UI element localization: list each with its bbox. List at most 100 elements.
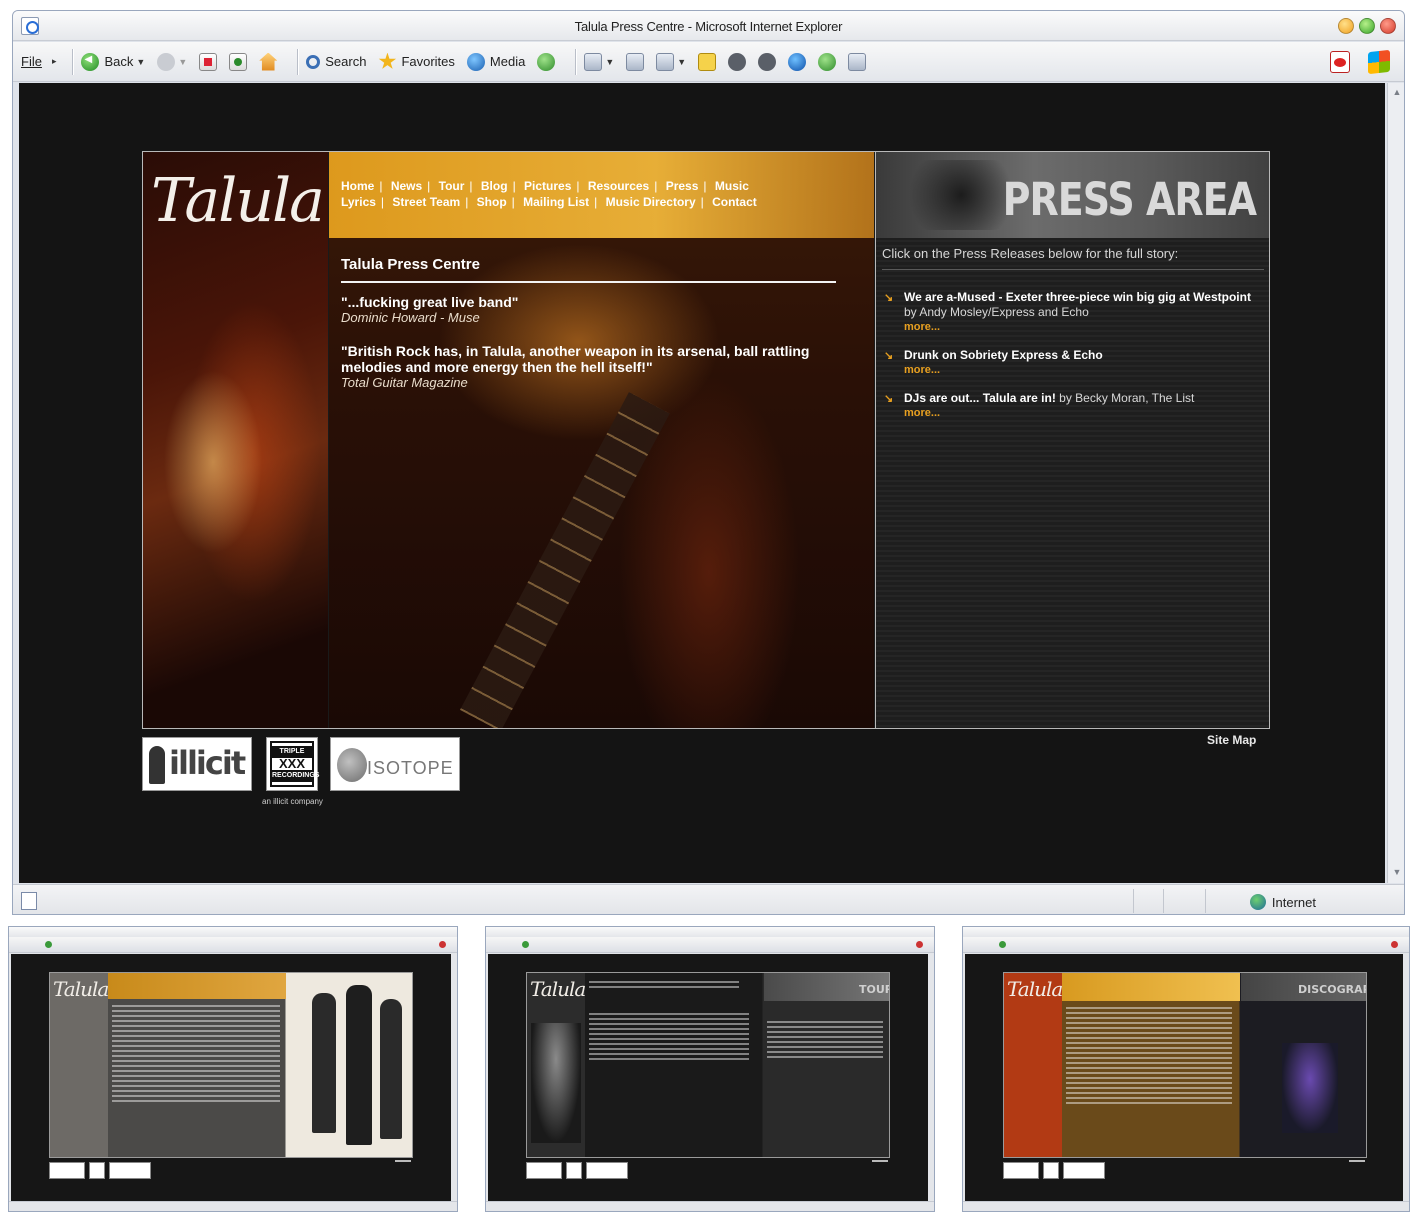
home-button[interactable] — [259, 52, 278, 71]
thumb-toolbar — [9, 937, 457, 953]
thumb-tour-dates — [767, 1021, 883, 1061]
chevron-down-icon[interactable]: ▼ — [605, 57, 614, 67]
thumb-site-map — [1349, 1160, 1365, 1162]
mail-icon — [584, 52, 603, 71]
media-button[interactable]: Media — [466, 52, 525, 71]
nav-news[interactable]: News — [391, 179, 422, 193]
nav-music-directory[interactable]: Music Directory — [606, 195, 696, 209]
isotope-logo[interactable]: ISOTOPE — [330, 737, 460, 791]
scroll-down-icon[interactable]: ▼ — [1391, 867, 1403, 879]
page-status-icon — [21, 892, 37, 910]
press-banner: PRESS AREA — [876, 152, 1269, 238]
press-release-item[interactable]: ↘ Drunk on Sobriety Express & Echo more.… — [882, 348, 1264, 378]
quote-2-text: "British Rock has, in Talula, another we… — [341, 343, 810, 375]
globe-button[interactable] — [788, 52, 807, 71]
refresh-icon — [229, 52, 248, 71]
forward-button[interactable]: ▼ — [157, 52, 187, 71]
refresh-button[interactable] — [229, 52, 248, 71]
thumb-status-bar — [9, 1201, 457, 1211]
network-button[interactable] — [848, 52, 867, 71]
messenger-button[interactable] — [818, 52, 837, 71]
band-member-photo — [346, 985, 372, 1145]
chevron-down-icon[interactable]: ▼ — [677, 57, 686, 67]
file-menu[interactable]: File — [21, 54, 42, 69]
nav-lyrics[interactable]: Lyrics — [341, 195, 376, 209]
history-button[interactable] — [537, 52, 556, 71]
nav-resources[interactable]: Resources — [588, 179, 649, 193]
stop-button[interactable] — [199, 52, 218, 71]
back-arrow-icon — [81, 52, 100, 71]
nav-music[interactable]: Music — [715, 179, 749, 193]
pdf-icon[interactable] — [1330, 50, 1350, 73]
scroll-up-icon[interactable]: ▲ — [1391, 87, 1403, 99]
tool-button[interactable] — [728, 52, 747, 71]
toolbar-separator — [72, 48, 74, 75]
thumb-title-bar — [486, 927, 934, 937]
close-button[interactable] — [1380, 18, 1396, 34]
toolbar-separator — [575, 48, 577, 75]
browser-window: Talula Press Centre - Microsoft Internet… — [12, 10, 1405, 915]
chevron-down-icon[interactable]: ▼ — [136, 57, 145, 67]
more-link[interactable]: more... — [904, 320, 1264, 335]
title-bar: Talula Press Centre - Microsoft Internet… — [13, 11, 1404, 41]
quote-2-source: Total Guitar Magazine — [341, 375, 468, 390]
media-player-button[interactable] — [758, 52, 777, 71]
illicit-logo[interactable]: illicit — [142, 737, 252, 791]
chevron-right-icon[interactable]: ▸ — [52, 56, 57, 67]
thumb-logo: Talula — [530, 977, 586, 1001]
nav-mailing-list[interactable]: Mailing List — [523, 195, 589, 209]
nav-tour[interactable]: Tour — [439, 179, 465, 193]
isotope-mark-icon — [337, 748, 367, 782]
press-release-headline[interactable]: DJs are out... Talula are in! — [904, 391, 1056, 405]
mail-button[interactable]: ▼ — [584, 52, 614, 71]
site-logo[interactable]: Talula — [151, 166, 325, 236]
thumb-text-block — [1066, 1007, 1232, 1107]
nav-press[interactable]: Press — [666, 179, 699, 193]
nav-pictures[interactable]: Pictures — [524, 179, 571, 193]
stop-icon — [199, 52, 218, 71]
back-button[interactable]: Back ▼ — [81, 52, 145, 71]
chevron-down-icon[interactable]: ▼ — [178, 57, 187, 67]
press-release-headline[interactable]: We are a-Mused - Exeter three-piece win … — [904, 290, 1251, 304]
favorites-button[interactable]: Favorites — [378, 52, 455, 71]
maximize-button[interactable] — [1359, 18, 1375, 34]
pdf-icon — [439, 941, 446, 948]
thumb-toolbar — [486, 937, 934, 953]
nav-blog[interactable]: Blog — [481, 179, 508, 193]
nav-home[interactable]: Home — [341, 179, 374, 193]
vertical-scrollbar[interactable]: ▲ ▼ — [1387, 83, 1404, 883]
triple-xxx-logo[interactable]: TRIPLE XXX RECORDINGS — [266, 737, 319, 791]
left-photo-panel: Talula — [143, 152, 328, 728]
press-release-byline: by Becky Moran, The List — [1055, 391, 1195, 405]
press-release-item[interactable]: ↘ We are a-Mused - Exeter three-piece wi… — [882, 290, 1264, 335]
more-link[interactable]: more... — [904, 406, 1264, 421]
content-panel: Home | News | Tour | Blog | Pictures | Resour… — [329, 152, 874, 728]
xxx-label: XXX — [278, 756, 305, 771]
nav-street-team[interactable]: Street Team — [392, 195, 460, 209]
word-icon — [656, 52, 675, 71]
minimize-button[interactable] — [1338, 18, 1354, 34]
internet-zone-icon — [1249, 894, 1266, 910]
site-map-link[interactable]: Site Map — [1207, 733, 1256, 747]
press-release-headline[interactable]: Drunk on Sobriety Express & Echo — [904, 348, 1103, 362]
discuss-button[interactable] — [698, 52, 717, 71]
arrow-bullet-icon: ↘ — [884, 393, 894, 405]
edit-button[interactable]: ▼ — [656, 52, 686, 71]
nav-contact[interactable]: Contact — [712, 195, 757, 209]
quote-1-text: "...fucking great live band" — [341, 294, 519, 310]
search-button[interactable]: Search — [306, 54, 366, 69]
quote-1-source: Dominic Howard - Muse — [341, 310, 480, 325]
more-link[interactable]: more... — [904, 363, 1264, 378]
illicit-logo — [526, 1162, 562, 1179]
thumb-status-bar — [486, 1201, 934, 1211]
arrow-bullet-icon: ↘ — [884, 350, 894, 362]
press-release-item[interactable]: ↘ DJs are out... Talula are in! by Becky… — [882, 391, 1264, 421]
thumb-logo: Talula — [53, 977, 109, 1001]
nav-row-2: Lyrics | Street Team | Shop | Mailing List |… — [341, 195, 757, 209]
search-icon — [306, 54, 321, 69]
print-button[interactable] — [626, 52, 645, 71]
nav-shop[interactable]: Shop — [477, 195, 507, 209]
isotope-logo-text: ISOTOPE — [367, 758, 454, 778]
thumbnail-window-tour: TOUR Talula — [485, 926, 935, 1212]
triple-xxx-logo — [566, 1162, 582, 1179]
